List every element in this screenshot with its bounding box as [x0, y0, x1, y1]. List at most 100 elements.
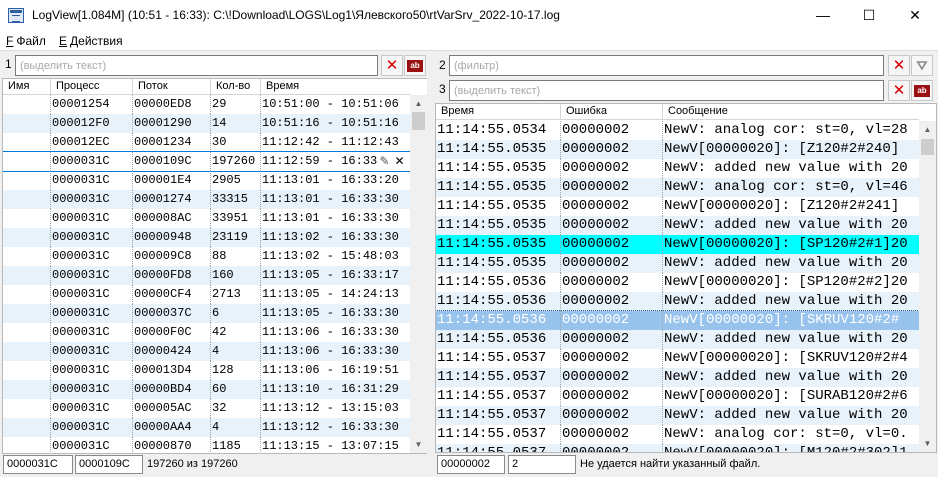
- cell-thread: 00001290: [134, 114, 211, 133]
- cell-count: 33951: [212, 209, 261, 228]
- table-row[interactable]: 0000031C 00000BD4 60 11:13:10 - 16:31:29: [3, 380, 410, 399]
- filter-apply-button[interactable]: ⛛: [911, 55, 933, 76]
- filter-icon: ⛛: [916, 58, 928, 73]
- left-scrollbar[interactable]: ▲ ▼: [410, 95, 427, 453]
- log-row[interactable]: 11:14:55.0535 00000002 NewV: analog cor: s…: [436, 178, 919, 197]
- cell-time: 11:14:55.0537: [437, 444, 561, 452]
- table-row[interactable]: 000012F0 00001290 14 10:51:16 - 10:51:16: [3, 114, 410, 133]
- scroll-up-icon[interactable]: ▲: [919, 121, 936, 138]
- scroll-down-icon[interactable]: ▼: [410, 436, 427, 453]
- close-button[interactable]: ✕: [892, 0, 938, 31]
- table-row[interactable]: 0000031C 00000CF4 2713 11:13:05 - 14:24:13: [3, 285, 410, 304]
- table-row[interactable]: 0000031C 000013D4 128 11:13:06 - 16:19:51: [3, 361, 410, 380]
- menu-bar: F Файл E Действия: [0, 31, 938, 51]
- cell-name: [4, 190, 51, 209]
- log-row[interactable]: 11:14:55.0535 00000002 NewV[00000020]: [Z1…: [436, 140, 919, 159]
- log-row[interactable]: 11:14:55.0535 00000002 NewV: added new val…: [436, 254, 919, 273]
- log-row[interactable]: 11:14:55.0535 00000002 NewV: added new val…: [436, 216, 919, 235]
- col-name[interactable]: Имя: [3, 79, 51, 95]
- scroll-up-icon[interactable]: ▲: [410, 95, 427, 112]
- pane-splitter[interactable]: [427, 51, 435, 477]
- log-row-highlighted[interactable]: 11:14:55.0535 00000002 NewV[00000020]: [SP…: [436, 235, 919, 254]
- table-row[interactable]: 00001254 00000ED8 29 10:51:00 - 10:51:06: [3, 95, 410, 114]
- highlight-clear-button[interactable]: ✕: [888, 80, 910, 101]
- left-highlight-field[interactable]: [16, 56, 377, 75]
- left-scroll-thumb[interactable]: [412, 112, 425, 130]
- cell-process: 0000031C: [52, 418, 133, 437]
- minimize-button[interactable]: —: [800, 0, 846, 31]
- cancel-icon[interactable]: ✕: [392, 153, 407, 170]
- cell-count: 14: [212, 114, 261, 133]
- menu-file[interactable]: F Файл: [6, 34, 46, 48]
- table-row[interactable]: 0000031C 00000424 4 11:13:06 - 16:33:30: [3, 342, 410, 361]
- col-time[interactable]: Время: [261, 79, 410, 95]
- right-table-header: Время Ошибка Сообщение: [436, 104, 919, 120]
- cell-name: [4, 304, 51, 323]
- table-row[interactable]: 0000031C 00000F0C 42 11:13:06 - 16:33:30: [3, 323, 410, 342]
- highlight-mark-button[interactable]: ab: [911, 80, 933, 101]
- left-clear-button[interactable]: ✕: [381, 55, 403, 76]
- log-row[interactable]: 11:14:55.0537 00000002 NewV: added new val…: [436, 368, 919, 387]
- cell-process: 0000031C: [52, 380, 133, 399]
- cell-time: 10:51:16 - 10:51:16: [262, 116, 399, 130]
- log-row[interactable]: 11:14:55.0536 00000002 NewV: added new val…: [436, 292, 919, 311]
- table-row[interactable]: 0000031C 000001E4 2905 11:13:01 - 16:33:20: [3, 171, 410, 190]
- cell-process: 0000031C: [52, 171, 133, 190]
- left-highlight-input[interactable]: [15, 55, 378, 76]
- table-row[interactable]: 0000031C 00000FD8 160 11:13:05 - 16:33:17: [3, 266, 410, 285]
- table-row-selected[interactable]: 0000031C 0000109C 197260 11:12:59 - 16:33 ✎ ✕: [3, 151, 410, 172]
- cell-message: NewV[00000020]: [Z120#2#241]: [664, 198, 900, 214]
- col-message[interactable]: Сообщение: [663, 104, 919, 120]
- table-row[interactable]: 0000031C 000009C8 88 11:13:02 - 15:48:03: [3, 247, 410, 266]
- col-error[interactable]: Ошибка: [561, 104, 663, 120]
- right-highlight-field[interactable]: [450, 81, 883, 100]
- table-row[interactable]: 0000031C 000005AC 32 11:13:12 - 13:15:03: [3, 399, 410, 418]
- cell-time: 11:14:55.0534: [437, 121, 561, 140]
- cell-name: [4, 437, 51, 453]
- log-row[interactable]: 11:14:55.0534 00000002 NewV: analog cor: s…: [436, 121, 919, 140]
- menu-actions[interactable]: E Действия: [59, 34, 123, 48]
- cell-thread: 0000109C: [134, 152, 211, 171]
- right-scrollbar[interactable]: ▲ ▼: [919, 121, 936, 452]
- col-thread[interactable]: Поток: [133, 79, 211, 95]
- filter-clear-button[interactable]: ✕: [888, 55, 910, 76]
- highlight-ab-icon: ab: [914, 85, 930, 97]
- log-row[interactable]: 11:14:55.0537 00000002 NewV[00000020]: [SK…: [436, 349, 919, 368]
- table-row[interactable]: 0000031C 000008AC 33951 11:13:01 - 16:33:30: [3, 209, 410, 228]
- log-row[interactable]: 11:14:55.0536 00000002 NewV[00000020]: [SP…: [436, 273, 919, 292]
- right-filter-input[interactable]: [449, 55, 884, 76]
- cell-error: 00000002: [562, 178, 663, 197]
- left-mark-button[interactable]: ab: [404, 55, 426, 76]
- log-row[interactable]: 11:14:55.0535 00000002 NewV[00000020]: [Z1…: [436, 197, 919, 216]
- right-highlight-input[interactable]: [449, 80, 884, 101]
- col-process[interactable]: Процесс: [51, 79, 133, 95]
- cell-time: 11:14:55.0535: [437, 140, 561, 159]
- log-row[interactable]: 11:14:55.0537 00000002 NewV: added new val…: [436, 406, 919, 425]
- maximize-button[interactable]: ☐: [846, 0, 892, 31]
- table-row[interactable]: 0000031C 0000037C 6 11:13:05 - 16:33:30: [3, 304, 410, 323]
- log-row[interactable]: 11:14:55.053700000002NewV[00000020]: [M1…: [436, 444, 919, 452]
- scroll-down-icon[interactable]: ▼: [919, 435, 936, 452]
- col-time[interactable]: Время: [436, 104, 561, 120]
- col-count[interactable]: Кол-во: [211, 79, 261, 95]
- table-row[interactable]: 0000031C 00000948 23119 11:13:02 - 16:33:30: [3, 228, 410, 247]
- pencil-icon[interactable]: ✎: [377, 153, 392, 170]
- cell-thread: 00000AA4: [134, 418, 211, 437]
- left-list-panel: Имя Процесс Поток Кол-во Время 00001254 0…: [2, 78, 428, 454]
- app-icon: [8, 8, 24, 23]
- table-row[interactable]: 000012EC 00001234 30 11:12:42 - 11:12:43: [3, 133, 410, 152]
- log-row-selected[interactable]: 11:14:55.0536 00000002 NewV[00000020]: [SK…: [436, 310, 919, 331]
- cell-error: 00000002: [562, 368, 663, 387]
- table-row[interactable]: 0000031C 00000AA4 4 11:13:12 - 16:33:30: [3, 418, 410, 437]
- right-scroll-thumb[interactable]: [921, 139, 934, 155]
- cell-error: 00000002: [562, 254, 663, 273]
- table-row[interactable]: 0000031C 00000870 1185 11:13:15 - 13:07:15: [3, 437, 410, 453]
- log-row[interactable]: 11:14:55.0537 00000002 NewV[00000020]: [SU…: [436, 387, 919, 406]
- menu-actions-mnemonic: E: [59, 34, 68, 48]
- cell-time: 11:14:55.0536: [437, 292, 561, 311]
- table-row[interactable]: 0000031C 00001274 33315 11:13:01 - 16:33:30: [3, 190, 410, 209]
- log-row[interactable]: 11:14:55.0536 00000002 NewV: added new val…: [436, 330, 919, 349]
- log-row[interactable]: 11:14:55.0537 00000002 NewV: analog cor: s…: [436, 425, 919, 444]
- right-filter-field[interactable]: [450, 56, 883, 75]
- log-row[interactable]: 11:14:55.0535 00000002 NewV: added new val…: [436, 159, 919, 178]
